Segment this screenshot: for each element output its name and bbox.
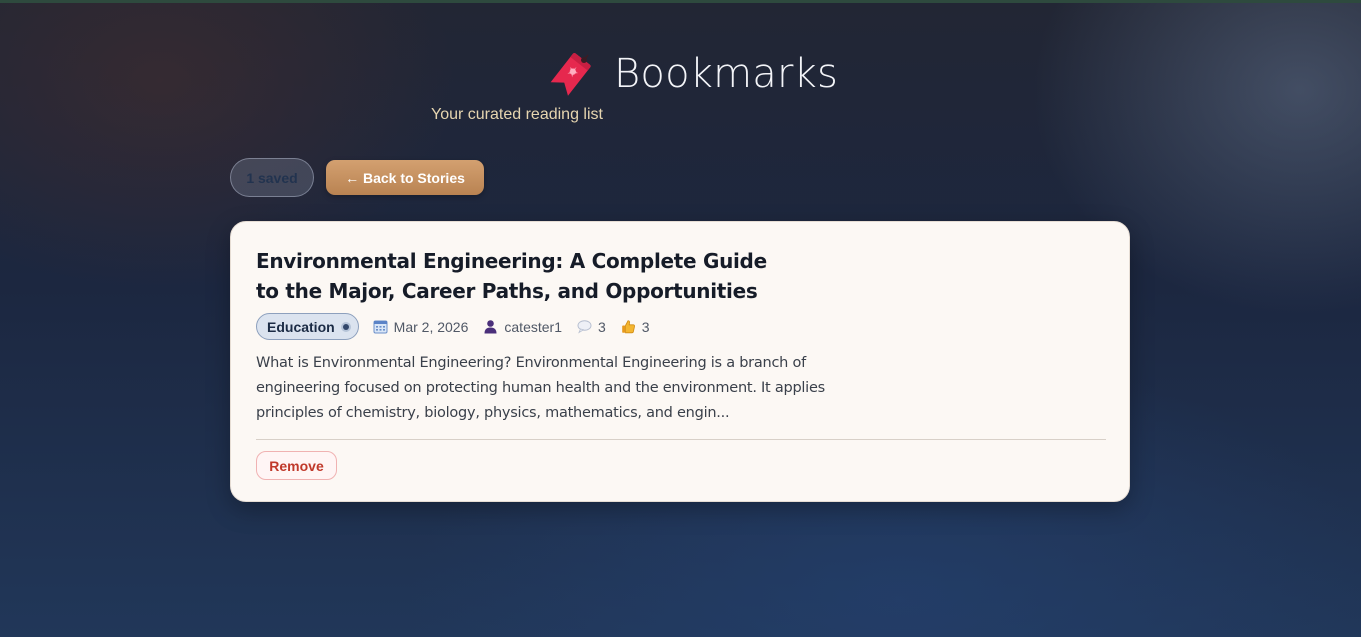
story-likes: 3 [621,319,650,335]
story-author: catester1 [483,319,562,335]
calendar-icon [373,319,388,334]
title-row: Bookmarks [548,48,838,100]
category-badge[interactable]: Education [256,313,359,340]
category-label: Education [267,318,335,335]
bookmark-card: Environmental Engineering: A Complete Gu… [230,221,1130,502]
like-count: 3 [641,318,650,335]
story-comments: 3 [577,319,606,335]
user-icon [483,319,498,334]
story-excerpt: What is Environmental Engineering? Envir… [256,355,825,421]
card-divider [256,439,1106,440]
back-to-stories-button[interactable]: ← Back to Stories [326,160,484,195]
author-text: catester1 [504,318,562,335]
comment-icon [577,319,592,334]
bookmark-icon [548,51,594,97]
remove-bookmark-button[interactable]: Remove [256,451,337,480]
category-dot-icon [342,323,349,330]
page-header: Bookmarks [0,44,1361,104]
story-date: Mar 2, 2026 [373,318,469,335]
date-text: Mar 2, 2026 [393,318,469,335]
saved-count-badge: 1 saved [230,158,314,197]
page-subtitle: Your curated reading list [431,106,603,123]
comment-count: 3 [597,318,606,335]
window-top-strip [0,0,1361,3]
story-meta: Education Mar 2, 2026 catester1 3 3 [256,312,665,341]
thumbs-up-icon [621,319,636,334]
story-title-link[interactable]: Environmental Engineering: A Complete Gu… [256,246,776,306]
page-title: Bookmarks [614,51,839,97]
